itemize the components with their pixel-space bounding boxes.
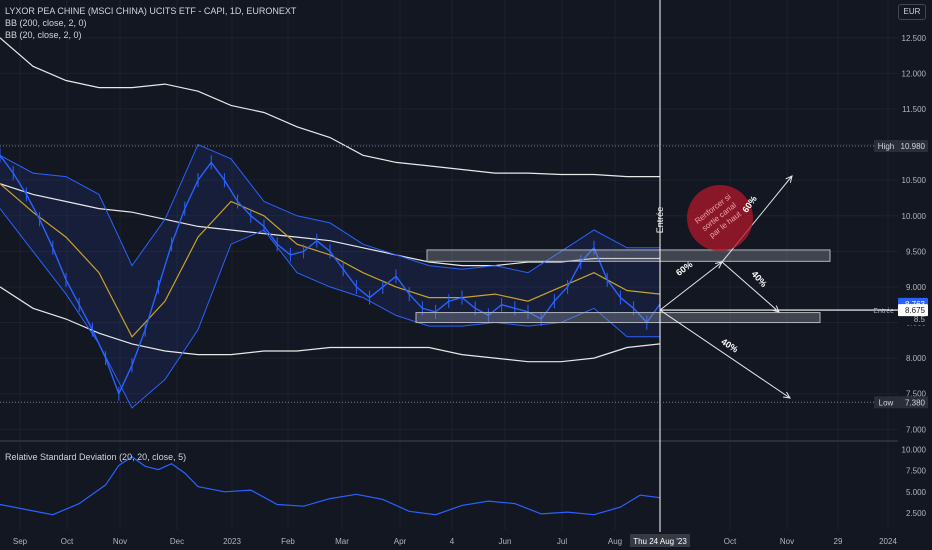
indicator-bb200-legend[interactable]: BB (200, close, 2, 0) [5, 17, 87, 29]
price-axis-tick: 10.000 [902, 212, 927, 221]
time-axis-label: Feb [281, 537, 295, 546]
time-axis-label: Aug [608, 537, 622, 546]
price-axis-tick: 8.000 [906, 354, 927, 363]
rsd-axis-tick: 5.000 [906, 488, 927, 497]
price-axis-tick: 12.500 [902, 34, 927, 43]
currency-button[interactable]: EUR [898, 4, 926, 20]
high-value-tag: 10.980 [901, 142, 926, 151]
resistance-zone-rectangle[interactable] [426, 249, 831, 262]
time-axis-label: Nov [113, 537, 127, 546]
price-axis-tick: 7.000 [906, 425, 927, 434]
high-name-tag: High [878, 142, 894, 151]
time-axis-label: Oct [724, 537, 737, 546]
time-axis-label: 29 [834, 537, 843, 546]
indicator-rsd-legend[interactable]: Relative Standard Deviation (20, 20, clo… [5, 451, 186, 463]
time-axis-label: Apr [394, 537, 407, 546]
rsd-axis-tick: 2.500 [906, 509, 927, 518]
price-axis-tick: 9.000 [906, 283, 927, 292]
time-axis-label: Nov [780, 537, 794, 546]
time-axis-label: Dec [170, 537, 184, 546]
time-cursor-tag: Thu 24 Aug '23 [633, 537, 687, 546]
price-axis-tick: 10.500 [902, 176, 927, 185]
rsd-axis-tick: 7.500 [906, 467, 927, 476]
time-axis-label: Sep [13, 537, 28, 546]
time-axis-label: 4 [450, 537, 455, 546]
low-name-tag: Low [879, 398, 894, 407]
partial-price-tag: 8.5 [914, 315, 926, 324]
price-chart[interactable]: Renforcer sisortie canalpar le haut60%60… [0, 0, 932, 550]
rsd-axis-tick: 10.000 [902, 445, 927, 454]
time-axis-label: Jun [499, 537, 512, 546]
price-axis-tick: 11.500 [902, 105, 926, 114]
price-axis-tick: 12.000 [902, 69, 927, 78]
time-axis-label: Oct [61, 537, 74, 546]
time-axis-label: Jul [557, 537, 567, 546]
time-axis-label: 2024 [879, 537, 897, 546]
time-axis-label: 2023 [223, 537, 241, 546]
indicator-bb20-legend[interactable]: BB (20, close, 2, 0) [5, 29, 82, 41]
time-axis-label: Mar [335, 537, 349, 546]
symbol-title[interactable]: LYXOR PEA CHINE (MSCI CHINA) UCITS ETF -… [5, 5, 296, 17]
low-value-tag: 7.380 [905, 398, 926, 407]
entry-price-tag: 8.675 [905, 306, 926, 315]
support-zone-rectangle[interactable] [415, 312, 821, 324]
entry-name-label: Entrée [873, 308, 894, 315]
entry-vertical-label: Entrée [655, 207, 665, 234]
price-axis-tick: 9.500 [906, 247, 927, 256]
